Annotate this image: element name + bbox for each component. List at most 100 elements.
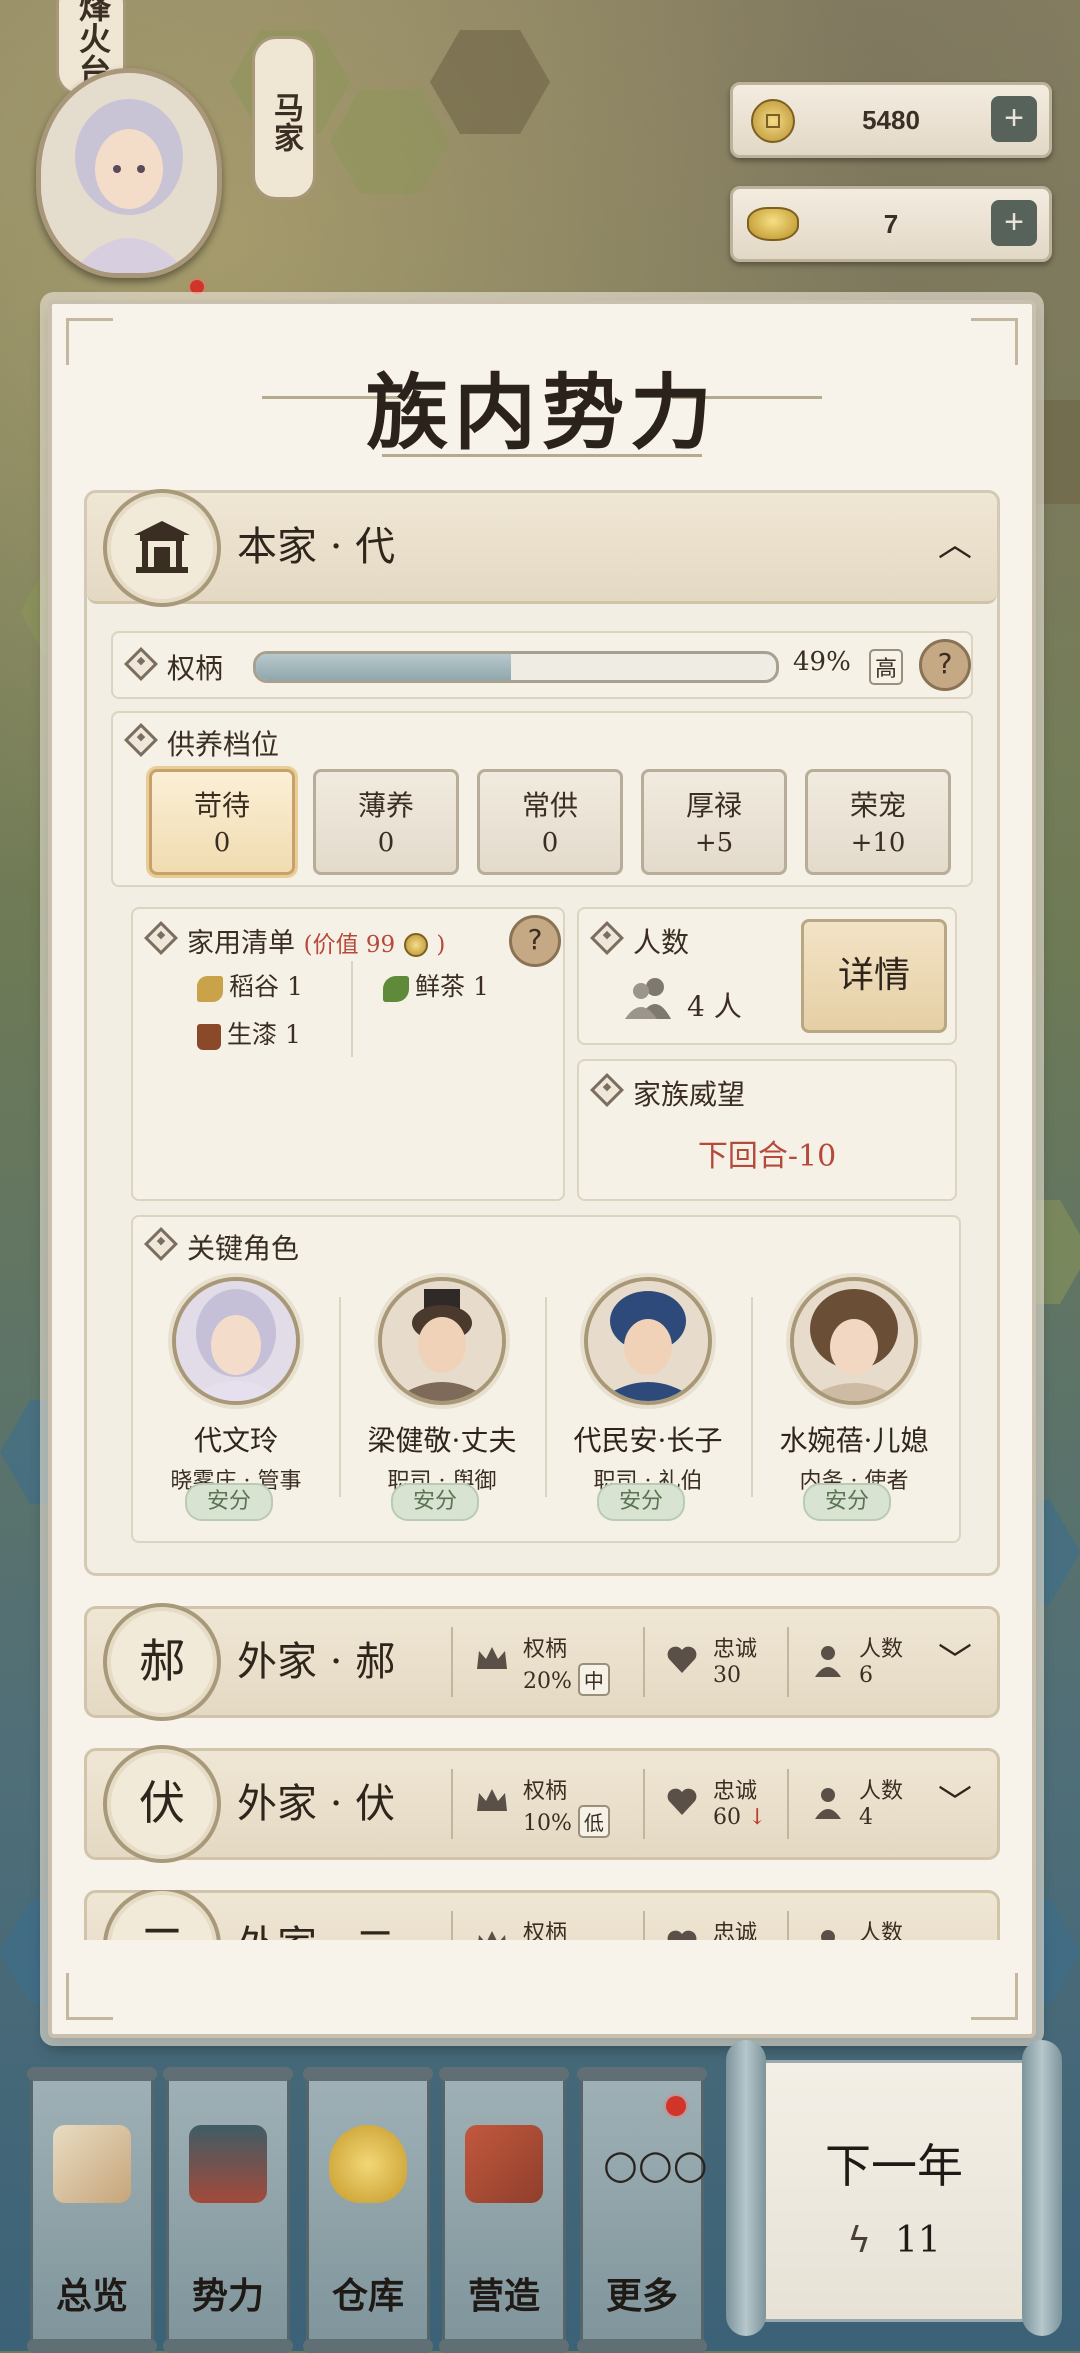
nav-label: 仓库: [331, 2275, 404, 2317]
divider: [787, 1627, 789, 1697]
expand-chevron-down-icon[interactable]: ﹀: [935, 1783, 975, 1823]
diamond-bullet-icon: [590, 921, 624, 955]
stat-value: 6: [859, 1663, 873, 1688]
character-name: 代文玲: [193, 1424, 278, 1457]
character-portrait: [378, 1277, 506, 1405]
household-item: 生漆 1: [197, 1015, 301, 1051]
nav-construction[interactable]: 营造: [439, 2067, 569, 2353]
diamond-bullet-icon: [144, 1227, 178, 1261]
collapse-chevron-up-icon[interactable]: ︿: [935, 525, 975, 565]
add-coin-button[interactable]: +: [991, 96, 1037, 142]
nav-label: 势力: [191, 2275, 264, 2317]
key-roles-box: 关键角色 代文玲 晓雾庄 · 管事 安分 梁健敬·丈夫 职司 · 舆御 安分 代…: [131, 1215, 961, 1543]
nav-warehouse[interactable]: 仓库: [303, 2067, 433, 2353]
tier-option-changgong[interactable]: 常供 0: [477, 769, 623, 875]
household-item-text: 鲜茶 1: [415, 972, 489, 1001]
map-sign-ma-family[interactable]: 马家: [252, 36, 316, 200]
player-avatar[interactable]: [36, 68, 222, 278]
stat-label: 权柄: [523, 1779, 568, 1804]
stat-value-wrap: 30: [713, 1663, 741, 1688]
status-badge-text: 安分: [413, 1489, 458, 1514]
add-ingot-button[interactable]: +: [991, 200, 1037, 246]
tier-option-kedai[interactable]: 苛待 0: [149, 769, 295, 875]
character-card[interactable]: 水婉蓓·儿媳 内务 · 使者 安分: [751, 1277, 957, 1521]
branch-power-stat: 权柄 10% 低: [475, 1769, 615, 1839]
household-label-wrap: 家用清单 (价值 99 ): [144, 921, 445, 960]
divider: [643, 1769, 645, 1839]
details-button-label: 详情: [837, 955, 910, 996]
details-button[interactable]: 详情: [801, 919, 947, 1033]
corner-ornament: [66, 1973, 113, 2020]
population-label-wrap: 人数: [590, 921, 690, 961]
heart-icon: [667, 1646, 697, 1673]
branch-house-row[interactable]: 二 外家 · 二 权柄 忠诚 人数: [84, 1890, 1000, 1940]
character-card[interactable]: 代文玲 晓雾庄 · 管事 安分: [133, 1277, 339, 1521]
expand-chevron-down-icon[interactable]: ﹀: [935, 1641, 975, 1681]
branch-name: 外家 · 二: [237, 1893, 395, 1940]
main-house-section: 本家 · 代 ︿ 权柄 49% 高 ? 供养档位 苛待 0 薄养 0 常供 0 …: [84, 489, 1000, 1576]
stat-value-wrap: 6: [859, 1663, 873, 1688]
scroll-rod: [163, 2067, 293, 2081]
population-value: 4 人: [687, 990, 742, 1023]
main-house-header[interactable]: 本家 · 代 ︿: [87, 489, 997, 607]
power-progress-bar: [253, 651, 779, 683]
branch-loyalty-stat: 忠诚: [665, 1911, 785, 1940]
power-help-icon[interactable]: ?: [919, 639, 971, 691]
next-year-label: 下一年: [825, 2139, 963, 2193]
tier-value: +5: [694, 828, 734, 858]
energy-wrap: ϟ 11: [754, 2220, 1034, 2261]
branch-loyalty-stat: 忠诚 60 ↓: [665, 1769, 785, 1839]
title-divider: [382, 454, 702, 457]
character-card[interactable]: 代民安·长子 职司 · 礼伯 安分: [545, 1277, 751, 1521]
stat-label: 忠诚: [713, 1637, 758, 1662]
branch-house-row[interactable]: 伏 外家 · 伏 权柄 10% 低 忠诚 60 ↓ 人数 4 ﹀: [84, 1745, 1000, 1863]
corner-ornament: [971, 1973, 1018, 2020]
energy-value: 11: [894, 2220, 941, 2261]
heart-icon: [667, 1930, 697, 1940]
tier-option-boyang[interactable]: 薄养 0: [313, 769, 459, 875]
copper-coin-icon: [403, 932, 428, 957]
stat-value: 30: [713, 1663, 741, 1688]
household-divider: [351, 961, 353, 1057]
nav-more[interactable]: ○○○ 更多: [577, 2067, 708, 2353]
tier-name: 厚禄: [685, 789, 742, 822]
person-icon: [815, 1646, 841, 1677]
tier-option-houlu[interactable]: 厚禄 +5: [641, 769, 787, 875]
copper-coin-icon: [751, 99, 795, 143]
scroll-rod: [439, 2067, 569, 2081]
divider: [451, 1911, 453, 1940]
prestige-value: 下回合-10: [697, 1139, 837, 1174]
gold-ingot-icon: [747, 207, 799, 241]
lacquer-bucket-icon: [197, 1023, 221, 1050]
copper-coin-counter: 5480 +: [730, 82, 1052, 158]
diamond-bullet-icon: [124, 647, 158, 681]
prestige-label: 家族威望: [633, 1078, 746, 1111]
clan-factions-panel: 族内势力 本家 · 代 ︿ 权柄 49% 高 ? 供养档位 苛待 0 薄养 0 …: [48, 300, 1036, 2038]
nav-factions[interactable]: 势力: [163, 2067, 293, 2353]
scroll-rod: [577, 2067, 707, 2081]
character-card[interactable]: 梁健敬·丈夫 职司 · 舆御 安分: [339, 1277, 545, 1521]
household-list-box: 家用清单 (价值 99 ) ? 稻谷 1 鲜茶 1 生漆 1: [131, 907, 565, 1201]
divider: [643, 1627, 645, 1697]
branch-pop-stat: 人数: [811, 1911, 911, 1940]
crown-icon: [477, 1789, 507, 1811]
power-level-tag: 中: [577, 1663, 610, 1696]
tea-icon: [383, 975, 409, 1002]
population-label: 人数: [633, 926, 690, 959]
more-dots-icon: ○○○: [603, 2142, 708, 2188]
stat-label: 忠诚: [713, 1779, 758, 1804]
branch-list-clip: 二 外家 · 二 权柄 忠诚 人数: [52, 1890, 1032, 1940]
next-year-button[interactable]: 下一年 ϟ 11: [726, 2040, 1066, 2336]
grain-sack-icon: [329, 2125, 407, 2203]
gold-ingot-value: 7: [883, 209, 899, 239]
nav-label: 总览: [55, 2275, 128, 2317]
power-level-text: 高: [875, 657, 898, 682]
gold-ingot-counter: 7 +: [730, 186, 1052, 262]
branch-house-row[interactable]: 郝 外家 · 郝 权柄 20% 中 忠诚 30 人数 6 ﹀: [84, 1603, 1000, 1721]
nav-overview[interactable]: 总览: [27, 2067, 157, 2353]
household-help-icon[interactable]: ?: [509, 915, 561, 967]
tier-option-rongchong[interactable]: 荣宠 +10: [805, 769, 951, 875]
tier-name: 薄养: [357, 789, 414, 822]
character-portrait: [790, 1277, 918, 1405]
diamond-bullet-icon: [144, 921, 178, 955]
